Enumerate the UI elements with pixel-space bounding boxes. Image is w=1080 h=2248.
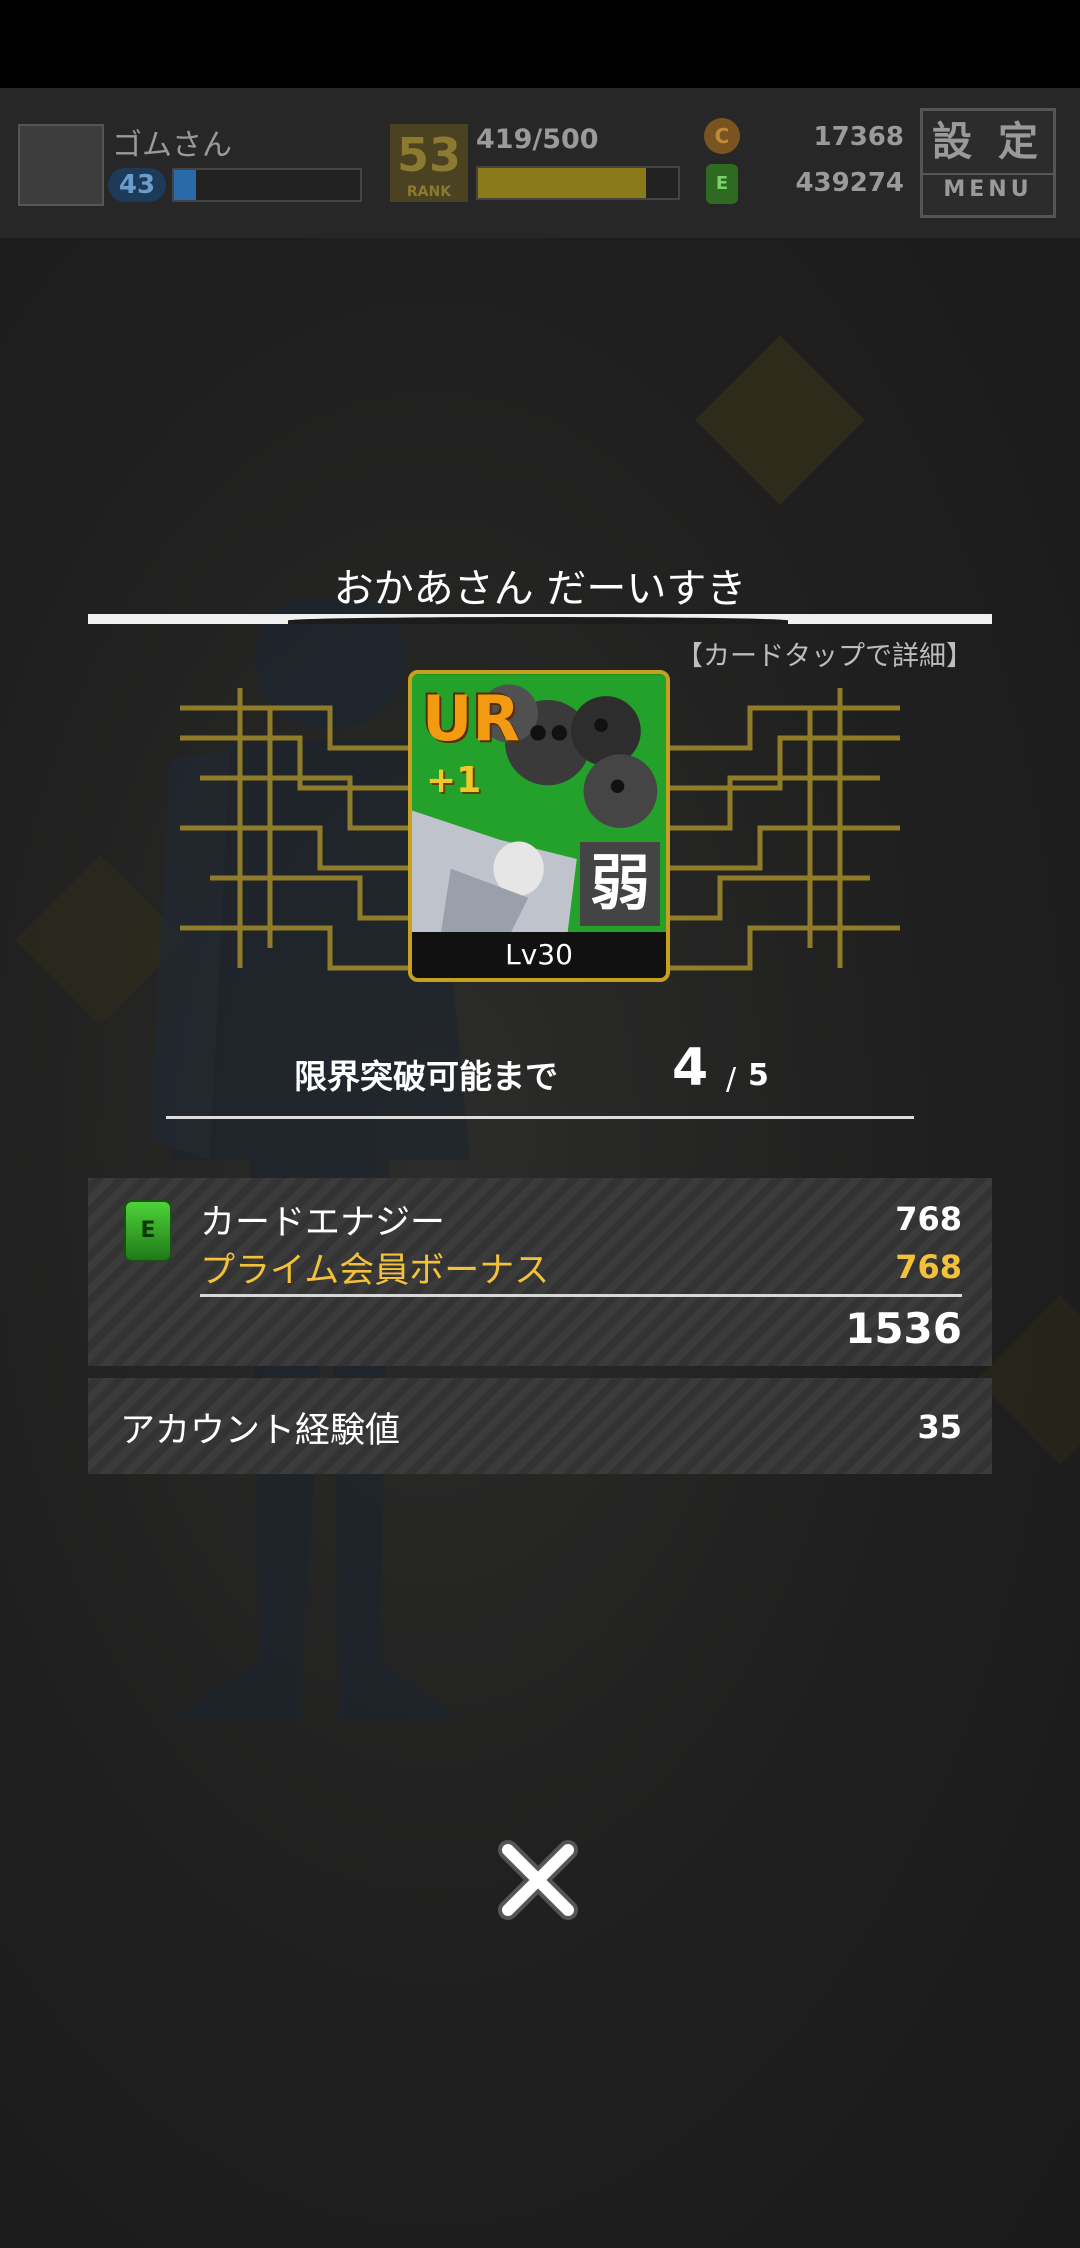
card-energy-value: 439274 (795, 168, 904, 198)
card-energy-icon: E (706, 164, 738, 204)
stamina-bar (476, 166, 680, 200)
stamina-text: 419/500 (476, 124, 599, 155)
card-energy-total: 1536 (845, 1304, 962, 1353)
exp-bar (172, 168, 362, 202)
circuit-decoration-left (180, 688, 410, 971)
limit-break-separator: / (726, 1062, 737, 1097)
card-energy-label: カードエナジー (200, 1203, 446, 1243)
account-exp-label: アカウント経験値 (120, 1411, 401, 1451)
account-exp-panel: アカウント経験値 35 (88, 1378, 992, 1474)
card-thumbnail[interactable]: UR +1 弱 Lv30 (408, 670, 670, 982)
player-name: ゴムさん (112, 128, 232, 163)
card-attribute-badge: 弱 (580, 842, 660, 926)
limit-break-label: 限界突破可能まで (294, 1057, 558, 1096)
status-bar (0, 0, 1080, 88)
close-icon (498, 1840, 578, 1920)
settings-menu-button[interactable]: 設 定 MENU (920, 108, 1056, 218)
menu-label: MENU (923, 173, 1053, 205)
card-energy-amount: 768 (895, 1200, 962, 1238)
limit-break-max: 5 (748, 1058, 769, 1093)
player-emblem[interactable] (18, 124, 104, 206)
account-exp-value: 35 (917, 1408, 962, 1446)
circuit-decoration-right (670, 688, 900, 971)
prime-bonus-amount: 768 (895, 1248, 962, 1286)
exp-bar-fill (174, 170, 197, 200)
stamina-bar-fill (478, 168, 646, 198)
card-rarity: UR (422, 682, 521, 755)
rank-emblem: 53 RANK (390, 124, 468, 202)
limit-break-underline (166, 1116, 914, 1119)
card-energy-panel: カードエナジー 768 プライム会員ボーナス 768 1536 (88, 1178, 992, 1366)
card-title: おかあさん だーいすき (333, 566, 747, 612)
title-underline (88, 614, 992, 624)
card-energy-icon (124, 1200, 172, 1262)
rank-value: 53 (396, 128, 461, 182)
rank-label: RANK (406, 184, 452, 200)
player-level-badge: 43 (108, 168, 166, 202)
limit-break-current: 4 (672, 1038, 709, 1098)
menu-kanji: 設 定 (932, 119, 1044, 165)
coin-value: 17368 (813, 122, 904, 152)
close-button[interactable] (494, 1836, 582, 1924)
coin-icon: C (704, 118, 740, 154)
sum-divider (200, 1294, 962, 1297)
prime-bonus-label: プライム会員ボーナス (200, 1251, 550, 1291)
card-level: Lv30 (412, 932, 666, 978)
card-plus-value: +1 (426, 760, 482, 801)
